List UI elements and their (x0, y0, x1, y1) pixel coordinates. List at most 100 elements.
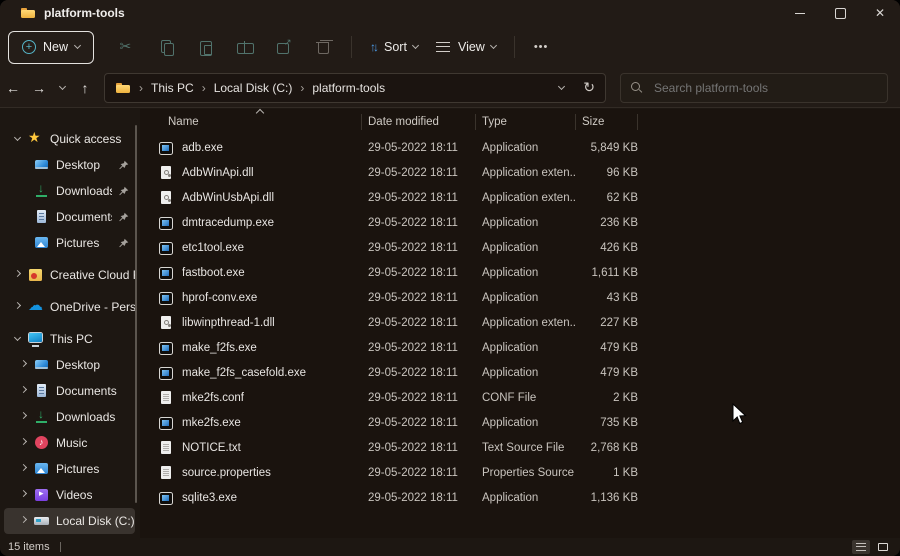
expander-chevron-icon[interactable] (18, 489, 28, 498)
refresh-icon[interactable]: ↻ (583, 79, 595, 96)
back-button[interactable]: ← (0, 74, 26, 102)
sidebar-item-label: Pictures (56, 236, 100, 250)
file-type: Application exten... (482, 191, 576, 204)
expander-chevron-icon[interactable] (12, 333, 22, 342)
details-view-button[interactable] (852, 540, 870, 554)
file-row[interactable]: make_f2fs.exe 29-05-2022 18:11 Applicati… (140, 335, 900, 360)
sidebar-item[interactable]: Local Disk (C:) (4, 508, 135, 534)
sidebar-item[interactable]: This PC (4, 326, 135, 352)
sidebar-item[interactable]: Downloads (4, 404, 135, 430)
paste-button[interactable] (186, 31, 225, 64)
delete-button[interactable] (303, 31, 342, 64)
minimize-button[interactable] (780, 0, 820, 26)
file-name: NOTICE.txt (182, 441, 241, 454)
search-input[interactable] (652, 79, 877, 96)
sidebar-item-icon (34, 513, 50, 529)
close-button[interactable]: ✕ (860, 0, 900, 26)
file-row[interactable]: hprof-conv.exe 29-05-2022 18:11 Applicat… (140, 285, 900, 310)
file-date-modified: 29-05-2022 18:11 (368, 291, 458, 304)
sidebar-item-icon (28, 296, 44, 315)
sidebar-item[interactable]: Music (4, 430, 135, 456)
breadcrumb-item[interactable]: Local Disk (C:) (214, 81, 293, 95)
new-button[interactable]: + New (8, 30, 95, 64)
large-icons-view-icon (878, 543, 888, 551)
file-name: source.properties (182, 466, 271, 479)
large-icons-view-button[interactable] (874, 540, 892, 554)
file-name-cell: make_f2fs.exe (140, 340, 362, 356)
cut-button[interactable] (108, 31, 147, 64)
file-row[interactable]: source.properties 29-05-2022 18:11 Prope… (140, 460, 900, 485)
recent-locations-button[interactable] (52, 74, 72, 102)
sidebar-item-icon (34, 209, 50, 225)
address-breadcrumb-bar[interactable]: › This PC › Local Disk (C:) › platform-t… (104, 72, 606, 103)
sidebar-item[interactable]: Documents (4, 378, 135, 404)
file-date-modified: 29-05-2022 18:11 (368, 191, 458, 204)
rename-button[interactable] (225, 31, 264, 64)
breadcrumb-item[interactable]: platform-tools (312, 81, 385, 95)
sidebar-item-icon (34, 487, 50, 503)
sidebar-item-label: Pictures (56, 462, 100, 476)
sidebar-scrollbar[interactable] (135, 125, 137, 503)
breadcrumb-chevron-icon: › (139, 80, 143, 95)
file-row[interactable]: NOTICE.txt 29-05-2022 18:11 Text Source … (140, 435, 900, 460)
sidebar-item[interactable]: Creative Cloud Files (4, 262, 135, 288)
sort-button[interactable]: ↑↓ Sort (361, 31, 427, 64)
expander-chevron-icon[interactable] (18, 515, 28, 524)
file-size: 43 KB (606, 291, 638, 304)
file-name: adb.exe (182, 141, 223, 154)
maximize-button[interactable] (820, 0, 860, 26)
sidebar-item[interactable]: Pictures (4, 230, 135, 256)
sidebar-item[interactable]: OneDrive - Persona (4, 294, 135, 320)
address-dropdown-icon[interactable] (558, 82, 566, 90)
file-row[interactable]: dmtracedump.exe 29-05-2022 18:11 Applica… (140, 210, 900, 235)
file-row[interactable]: sqlite3.exe 29-05-2022 18:11 Application… (140, 485, 900, 510)
search-box[interactable] (620, 72, 888, 103)
more-options-button[interactable]: ••• (524, 41, 559, 53)
sidebar-item[interactable]: Videos (4, 482, 135, 508)
file-row[interactable]: fastboot.exe 29-05-2022 18:11 Applicatio… (140, 260, 900, 285)
file-row[interactable]: make_f2fs_casefold.exe 29-05-2022 18:11 … (140, 360, 900, 385)
share-button[interactable] (264, 31, 303, 64)
copy-button[interactable] (147, 31, 186, 64)
file-icon (158, 490, 174, 506)
sidebar-item[interactable]: Downloads (4, 178, 135, 204)
sidebar-item[interactable]: Desktop (4, 152, 135, 178)
forward-button[interactable]: → (26, 74, 52, 102)
expander-chevron-icon[interactable] (18, 411, 28, 420)
file-size: 5,849 KB (590, 141, 638, 154)
sidebar-item-icon (34, 235, 50, 251)
status-bar: 15 items (0, 538, 900, 556)
sidebar-item[interactable]: Pictures (4, 456, 135, 482)
paste-icon (198, 39, 214, 56)
column-header-type[interactable]: Type (476, 114, 576, 130)
sidebar-item[interactable]: Quick access (4, 126, 135, 152)
view-button[interactable]: View (427, 31, 505, 64)
file-row[interactable]: mke2fs.conf 29-05-2022 18:11 CONF File 2… (140, 385, 900, 410)
pin-icon (119, 186, 129, 195)
sidebar-item[interactable]: Desktop (4, 352, 135, 378)
file-row[interactable]: AdbWinApi.dll 29-05-2022 18:11 Applicati… (140, 160, 900, 185)
column-header-name[interactable]: Name (140, 114, 362, 130)
file-row[interactable]: AdbWinUsbApi.dll 29-05-2022 18:11 Applic… (140, 185, 900, 210)
sidebar-item[interactable]: Documents (4, 204, 135, 230)
rename-icon (236, 39, 254, 55)
expander-chevron-icon[interactable] (18, 385, 28, 394)
expander-chevron-icon[interactable] (12, 269, 22, 278)
expander-chevron-icon[interactable] (12, 301, 22, 310)
expander-chevron-icon[interactable] (18, 359, 28, 368)
file-name-cell: fastboot.exe (140, 265, 362, 281)
file-row[interactable]: mke2fs.exe 29-05-2022 18:11 Application … (140, 410, 900, 435)
breadcrumb-chevron-icon: › (201, 80, 206, 95)
column-header-date-modified[interactable]: Date modified (362, 114, 476, 130)
file-name: sqlite3.exe (182, 491, 237, 504)
expander-chevron-icon[interactable] (12, 133, 22, 142)
file-row[interactable]: adb.exe 29-05-2022 18:11 Application 5,8… (140, 135, 900, 160)
up-button[interactable]: ↑ (72, 74, 98, 102)
expander-chevron-icon[interactable] (18, 463, 28, 472)
expander-chevron-icon[interactable] (18, 437, 28, 446)
file-row[interactable]: etc1tool.exe 29-05-2022 18:11 Applicatio… (140, 235, 900, 260)
breadcrumb-item[interactable]: This PC (151, 81, 194, 95)
file-row[interactable]: libwinpthread-1.dll 29-05-2022 18:11 App… (140, 310, 900, 335)
column-header-size[interactable]: Size (576, 114, 638, 130)
file-icon (158, 340, 174, 356)
